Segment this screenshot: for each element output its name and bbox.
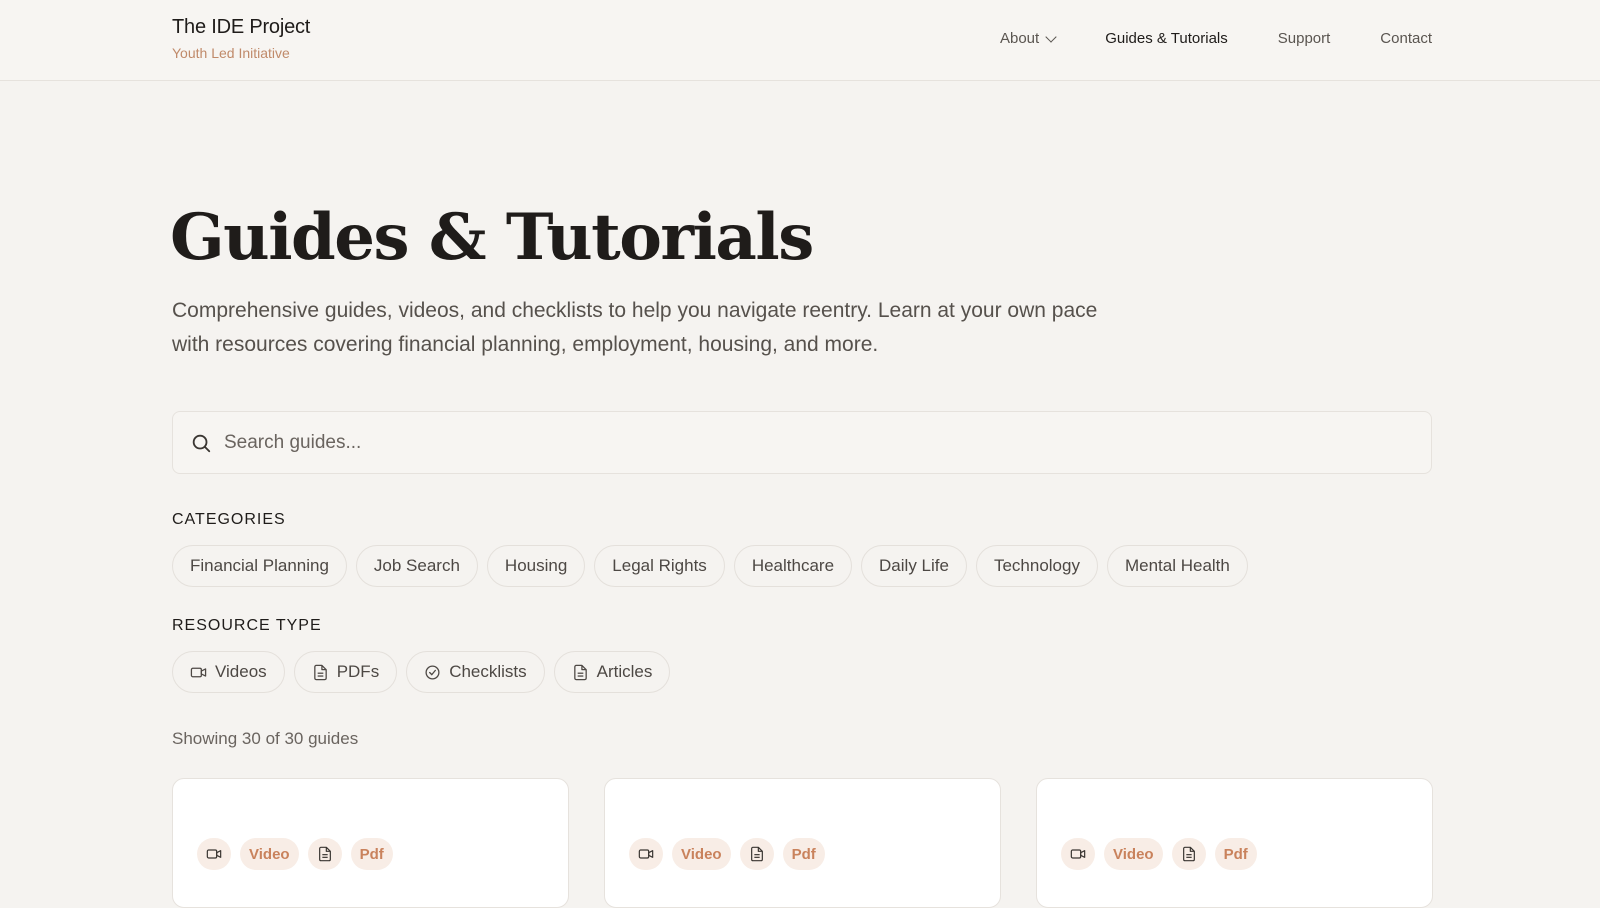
- pdf-tag-icon: [1171, 838, 1206, 870]
- resource-chip-label: Checklists: [449, 662, 527, 681]
- tag-label: Video: [240, 838, 299, 870]
- nav-item-label: About: [999, 30, 1040, 47]
- nav-item-guides[interactable]: Guides & Tutorials: [1105, 30, 1228, 47]
- tag-label: Pdf: [782, 838, 825, 870]
- brand[interactable]: The IDE Project Youth Led Initiative: [172, 16, 310, 61]
- video-icon: [206, 849, 222, 859]
- document-icon: [573, 664, 587, 680]
- resource-chip-checklists[interactable]: Checklists: [406, 651, 545, 693]
- site-header: The IDE Project Youth Led Initiative Abo…: [0, 0, 1600, 81]
- video-icon: [190, 667, 207, 677]
- document-icon: [313, 664, 327, 680]
- page-description: Comprehensive guides, videos, and checkl…: [172, 299, 1098, 356]
- video-tag-icon: [629, 838, 663, 870]
- document-icon: [318, 846, 331, 862]
- tag-label: Video: [1104, 838, 1163, 870]
- category-chip-daily-life[interactable]: Daily Life: [861, 545, 967, 587]
- nav-item-label: Support: [1277, 30, 1331, 47]
- category-chip-financial-planning[interactable]: Financial Planning: [172, 545, 347, 587]
- resource-chip-label: Videos: [215, 662, 267, 681]
- category-chip-housing[interactable]: Housing: [486, 545, 586, 587]
- nav-item-contact[interactable]: Contact: [1380, 30, 1432, 47]
- resource-chip-articles[interactable]: Articles: [553, 651, 671, 693]
- search-input[interactable]: [224, 431, 1404, 454]
- video-tag-icon: [197, 838, 231, 870]
- pdf-tag-icon: [739, 838, 774, 870]
- guide-cards: Video Pdf Video Pdf Video Pdf: [172, 778, 1433, 908]
- video-icon: [638, 849, 654, 859]
- guide-card[interactable]: Video Pdf: [172, 778, 569, 908]
- check-circle-icon: [425, 664, 440, 680]
- category-chip-job-search[interactable]: Job Search: [355, 545, 478, 587]
- nav-item-label: Contact: [1380, 30, 1432, 47]
- pdf-tag-icon: [307, 838, 342, 870]
- categories-label: CATEGORIES: [172, 511, 286, 528]
- main-nav: About Guides & Tutorials Support Contact: [950, 30, 1432, 47]
- category-chip-mental-health[interactable]: Mental Health: [1106, 545, 1248, 587]
- search-box[interactable]: [172, 411, 1432, 474]
- resource-chip-label: Articles: [596, 662, 653, 681]
- search-icon: [192, 434, 211, 452]
- tag-label: Pdf: [350, 838, 393, 870]
- tag-label: Video: [672, 838, 731, 870]
- page-title: Guides & Tutorials: [170, 200, 814, 275]
- tag-label: Pdf: [1214, 838, 1257, 870]
- guide-card[interactable]: Video Pdf: [1036, 778, 1433, 908]
- document-icon: [750, 846, 763, 862]
- resource-chip-videos[interactable]: Videos: [172, 651, 285, 693]
- category-chip-healthcare[interactable]: Healthcare: [733, 545, 853, 587]
- document-icon: [1182, 846, 1195, 862]
- guide-card[interactable]: Video Pdf: [604, 778, 1001, 908]
- category-chip-legal-rights[interactable]: Legal Rights: [594, 545, 725, 587]
- nav-item-about[interactable]: About: [999, 30, 1057, 47]
- results-count: Showing 30 of 30 guides: [172, 729, 359, 748]
- nav-item-support[interactable]: Support: [1278, 30, 1331, 47]
- nav-item-label: Guides & Tutorials: [1105, 30, 1228, 47]
- category-chips: Financial Planning Job Search Housing Le…: [172, 545, 1248, 587]
- brand-title[interactable]: The IDE Project: [172, 16, 310, 39]
- card-tags: Video Pdf: [197, 838, 393, 870]
- brand-subtitle: Youth Led Initiative: [172, 45, 290, 61]
- category-chip-technology[interactable]: Technology: [975, 545, 1098, 587]
- video-icon: [1070, 849, 1086, 859]
- chevron-down-icon: [1045, 30, 1057, 43]
- video-tag-icon: [1061, 838, 1095, 870]
- resource-chip-label: PDFs: [336, 662, 380, 681]
- resource-type-chips: Videos PDFs Checklists Articles: [172, 651, 671, 693]
- card-tags: Video Pdf: [629, 838, 825, 870]
- resource-chip-pdfs[interactable]: PDFs: [293, 651, 398, 693]
- card-tags: Video Pdf: [1061, 838, 1257, 870]
- resource-type-label: RESOURCE TYPE: [172, 617, 322, 634]
